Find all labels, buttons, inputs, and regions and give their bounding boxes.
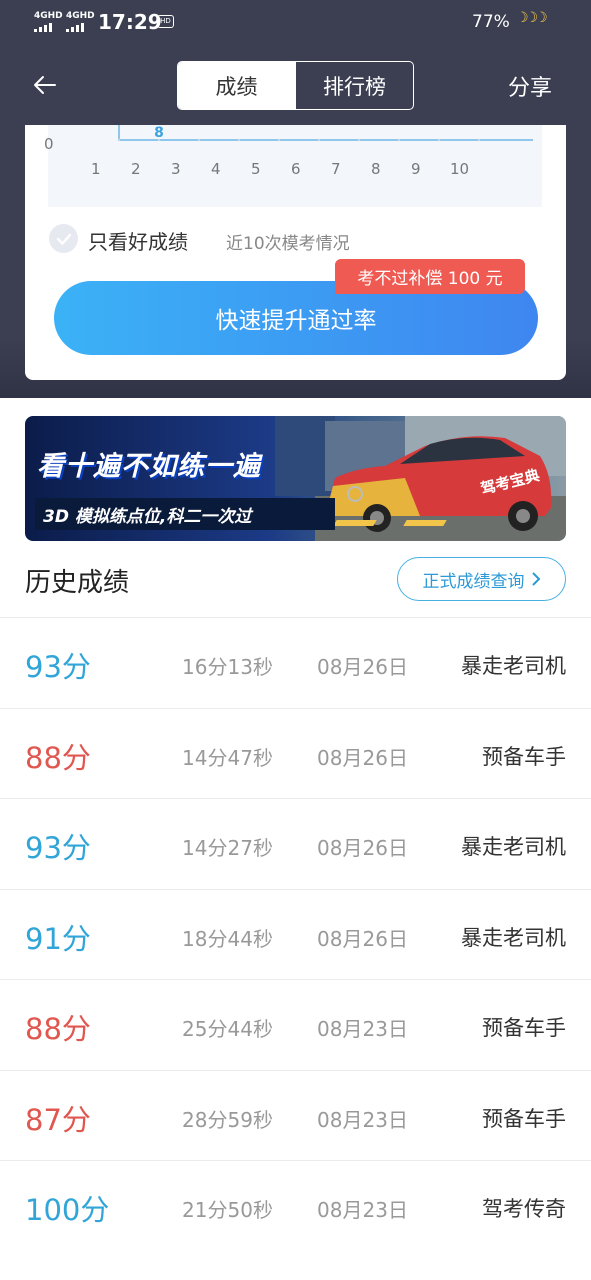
good-only-checkbox[interactable]: [49, 224, 78, 253]
good-only-label[interactable]: 只看好成绩: [88, 226, 188, 255]
history-rank-title: 预备车手: [482, 1106, 566, 1131]
history-row[interactable]: 88分 25分44秒 08月23日 预备车手: [0, 979, 591, 1069]
chart-gridpoint: [317, 138, 321, 142]
history-row[interactable]: 91分 18分44秒 08月26日 暴走老司机: [0, 888, 591, 979]
history-duration: 18分44秒: [182, 926, 273, 951]
chart-gridpoint: [237, 138, 241, 142]
x-tick-label: 2: [131, 160, 141, 178]
history-duration: 14分27秒: [182, 836, 273, 860]
tab-scores[interactable]: 成绩: [178, 62, 295, 109]
chart-gridpoint: [117, 138, 121, 142]
banner-headline: 看十遍不如练一遍: [37, 451, 261, 482]
x-tick-label: 3: [171, 160, 181, 178]
signal-2-icon: 4GHD: [66, 12, 95, 32]
history-row[interactable]: 93分 16分13秒 08月26日 暴走老司机: [0, 617, 591, 707]
chart-gridpoint: [357, 138, 361, 142]
road-stripe: [403, 520, 447, 526]
chart-gridpoint: [197, 138, 201, 142]
banner-subline: 3D 模拟练点位,科二一次过: [35, 498, 335, 530]
history-rank-title: 暴走老司机: [461, 835, 566, 859]
chart-gridpoint: [397, 138, 401, 142]
x-tick-label: 4: [211, 160, 221, 178]
history-duration: 14分47秒: [182, 745, 273, 770]
history-title: 历史成绩: [25, 568, 130, 598]
chart-point-marker: 8: [154, 125, 164, 141]
history-row[interactable]: 88分 14分47秒 08月26日 预备车手: [0, 707, 591, 798]
history-score: 93分: [25, 831, 91, 865]
history-score: 100分: [25, 1193, 110, 1227]
history-row[interactable]: 87分 28分59秒 08月23日 预备车手: [0, 1069, 591, 1160]
compensation-badge: 考不过补偿 100 元: [335, 259, 525, 294]
tab-switcher: 成绩 排行榜: [177, 61, 414, 110]
history-duration: 25分44秒: [182, 1017, 273, 1041]
history-duration: 21分50秒: [182, 1198, 273, 1222]
official-score-query-button[interactable]: 正式成绩查询: [397, 557, 566, 601]
history-rank-title: 预备车手: [482, 744, 566, 769]
chevron-right-icon: [531, 572, 540, 586]
network-type-1: 4GHD: [34, 11, 63, 21]
road-stripe: [333, 520, 377, 526]
battery-level: 77%: [472, 12, 510, 32]
network-type-2: 4GHD: [66, 11, 95, 21]
x-tick-label: 10: [450, 160, 470, 178]
signal-1-icon: 4GHD: [34, 12, 63, 32]
history-score: 87分: [25, 1102, 91, 1137]
x-tick-label: 5: [251, 160, 261, 178]
x-tick-label: 7: [331, 160, 341, 178]
history-duration: 16分13秒: [182, 655, 273, 679]
tab-ranking[interactable]: 排行榜: [295, 62, 413, 109]
moon-icon: ☽☽☽: [516, 10, 548, 26]
hd-badge-icon: HD: [157, 15, 174, 28]
back-arrow-icon: [34, 76, 56, 94]
history-rank-title: 预备车手: [482, 1016, 566, 1040]
x-tick-label: 9: [411, 160, 421, 178]
history-score: 93分: [25, 650, 91, 684]
history-date: 08月23日: [317, 1198, 408, 1222]
history-date: 08月26日: [317, 655, 408, 679]
history-rank-title: 驾考传奇: [482, 1197, 566, 1221]
history-date: 08月26日: [317, 745, 408, 770]
promo-banner[interactable]: 看十遍不如练一遍 3D 模拟练点位,科二一次过 驾考宝典: [25, 416, 566, 541]
chart-gridpoint: [437, 138, 441, 142]
history-score: 88分: [25, 740, 91, 775]
status-bar: 4GHD 4GHD 17:29 HD 77% ☽☽☽: [0, 0, 591, 44]
x-tick-label: 6: [291, 160, 301, 178]
history-rank-title: 暴走老司机: [461, 654, 566, 678]
share-button[interactable]: 分享: [508, 70, 552, 102]
chart-gridpoint: [277, 138, 281, 142]
history-score: 88分: [25, 1012, 91, 1046]
chart-gridpoint: [477, 138, 481, 142]
check-icon: [56, 233, 71, 245]
history-date: 08月23日: [317, 1017, 408, 1041]
history-date: 08月23日: [317, 1107, 408, 1132]
history-date: 08月26日: [317, 836, 408, 860]
x-tick-label: 1: [91, 160, 101, 178]
history-rank-title: 暴走老司机: [461, 925, 566, 950]
history-date: 08月26日: [317, 926, 408, 951]
history-score: 91分: [25, 921, 91, 956]
back-button[interactable]: [30, 70, 60, 100]
clock: 17:29: [98, 10, 162, 34]
recent-label: 近10次模考情况: [226, 234, 350, 254]
history-row[interactable]: 100分 21分50秒 08月23日 驾考传奇: [0, 1160, 591, 1250]
history-duration: 28分59秒: [182, 1107, 273, 1132]
official-score-query-label: 正式成绩查询: [422, 571, 525, 592]
history-row[interactable]: 93分 14分27秒 08月26日 暴走老司机: [0, 798, 591, 888]
y-tick-zero: 0: [44, 135, 54, 153]
x-tick-label: 8: [371, 160, 381, 178]
